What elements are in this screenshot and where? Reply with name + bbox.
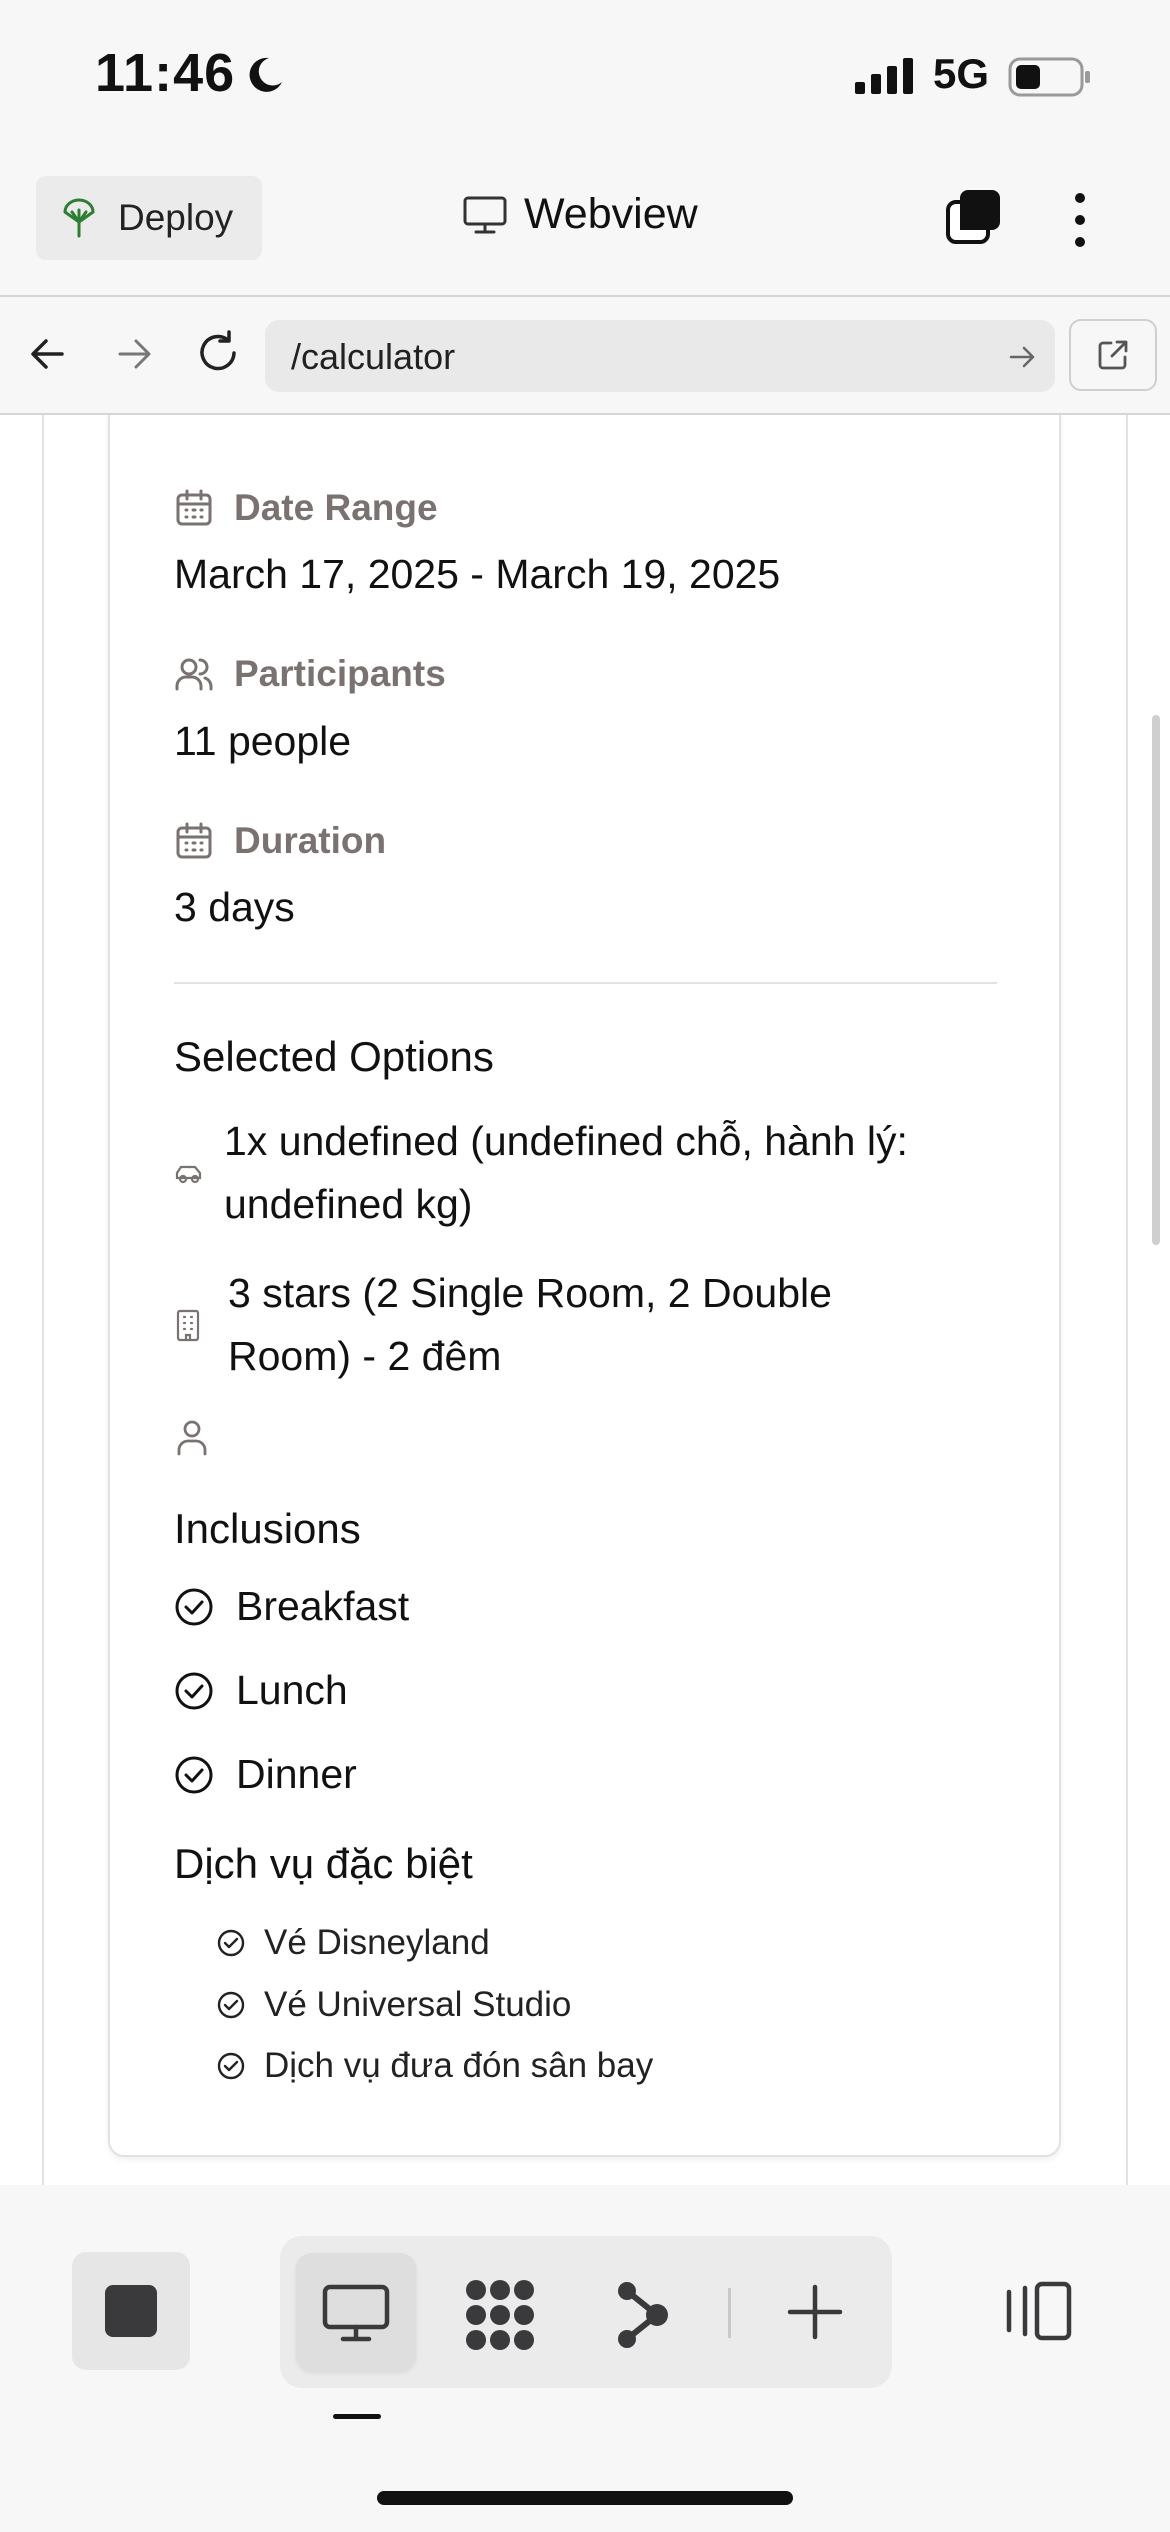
check-circle-icon (174, 1755, 214, 1795)
calendar-icon (174, 488, 214, 528)
tabs-icon[interactable] (942, 186, 1006, 250)
inclusion-text: Lunch (236, 1667, 348, 1713)
option-hotel: 3 stars (2 Single Room, 2 Double Room) -… (174, 1262, 1004, 1388)
car-icon (174, 1161, 224, 1185)
check-circle-icon (174, 1587, 214, 1627)
inclusions-title: Inclusions (174, 1505, 361, 1552)
date-range-label: Date Range (234, 487, 438, 528)
check-circle-icon (216, 1990, 246, 2020)
home-indicator[interactable] (377, 2491, 793, 2505)
duration-value: 3 days (174, 884, 295, 930)
inclusion-item: Breakfast (174, 1583, 409, 1630)
signal-icon (855, 58, 917, 94)
inclusion-text: Breakfast (236, 1583, 410, 1629)
reload-icon[interactable] (193, 328, 243, 378)
scrollbar[interactable] (1152, 715, 1160, 1245)
divider (728, 2288, 731, 2338)
battery-icon (1008, 57, 1092, 97)
check-circle-icon (174, 1671, 214, 1711)
external-link-icon (1095, 337, 1131, 373)
stop-icon (105, 2285, 157, 2337)
date-range-value: March 17, 2025 - March 19, 2025 (174, 551, 781, 597)
option-text: 1x undefined (undefined chỗ, hành lý: un… (224, 1118, 908, 1227)
section-divider (174, 982, 997, 984)
option-transport: 1x undefined (undefined chỗ, hành lý: un… (174, 1110, 1004, 1236)
check-circle-icon (216, 2051, 246, 2081)
active-tab-indicator (333, 2414, 381, 2419)
webview-title: Webview (462, 190, 698, 239)
participants-value: 11 people (174, 718, 352, 764)
inclusion-item: Lunch (174, 1667, 348, 1714)
person-icon (174, 1417, 210, 1457)
inclusion-text: Dinner (236, 1751, 357, 1797)
service-item: Vé Universal Studio (216, 1985, 571, 2025)
service-text: Vé Universal Studio (264, 1985, 572, 2024)
option-text: 3 stars (2 Single Room, 2 Double Room) -… (228, 1270, 832, 1379)
service-item: Vé Disneyland (216, 1923, 490, 1963)
monitor-icon[interactable] (321, 2283, 391, 2343)
app-title: Webview (524, 190, 698, 238)
url-text: /calculator (291, 336, 456, 377)
stop-button[interactable] (72, 2252, 190, 2370)
duration-label-row: Duration (174, 820, 386, 862)
participants-label: Participants (234, 653, 446, 694)
workflow-icon[interactable] (615, 2279, 671, 2351)
duration-label: Duration (234, 820, 387, 861)
check-circle-icon (216, 1928, 246, 1958)
status-time: 11:46 (95, 43, 236, 103)
go-arrow-icon[interactable] (1007, 342, 1037, 372)
users-icon (174, 654, 214, 694)
open-external-button[interactable] (1069, 319, 1157, 391)
grid-blobs-icon[interactable] (462, 2278, 538, 2352)
url-bar[interactable]: /calculator (265, 320, 1055, 392)
option-guide (174, 1417, 226, 1457)
building-icon (174, 1308, 228, 1342)
service-text: Dịch vụ đưa đón sân bay (264, 2046, 654, 2085)
network-type: 5G (933, 50, 990, 97)
more-options-icon[interactable] (1066, 190, 1094, 250)
date-range-label-row: Date Range (174, 487, 438, 529)
side-panel-icon[interactable] (1003, 2280, 1073, 2342)
deploy-button[interactable]: Deploy (36, 176, 262, 260)
calendar-icon (174, 821, 214, 861)
inclusion-item: Dinner (174, 1751, 357, 1798)
deploy-label: Deploy (118, 197, 234, 238)
forward-arrow-icon[interactable] (112, 332, 156, 376)
service-text: Vé Disneyland (264, 1923, 490, 1962)
moon-icon (245, 55, 285, 95)
participants-label-row: Participants (174, 653, 446, 695)
deploy-icon (62, 198, 96, 238)
back-arrow-icon[interactable] (26, 332, 70, 376)
monitor-icon (462, 195, 508, 235)
selected-options-title: Selected Options (174, 1033, 494, 1080)
webview-content[interactable]: Date Range March 17, 2025 - March 19, 20… (0, 415, 1170, 2185)
plus-icon[interactable] (786, 2283, 844, 2341)
service-item: Dịch vụ đưa đón sân bay (216, 2046, 653, 2086)
special-services-title: Dịch vụ đặc biệt (174, 1840, 473, 1887)
